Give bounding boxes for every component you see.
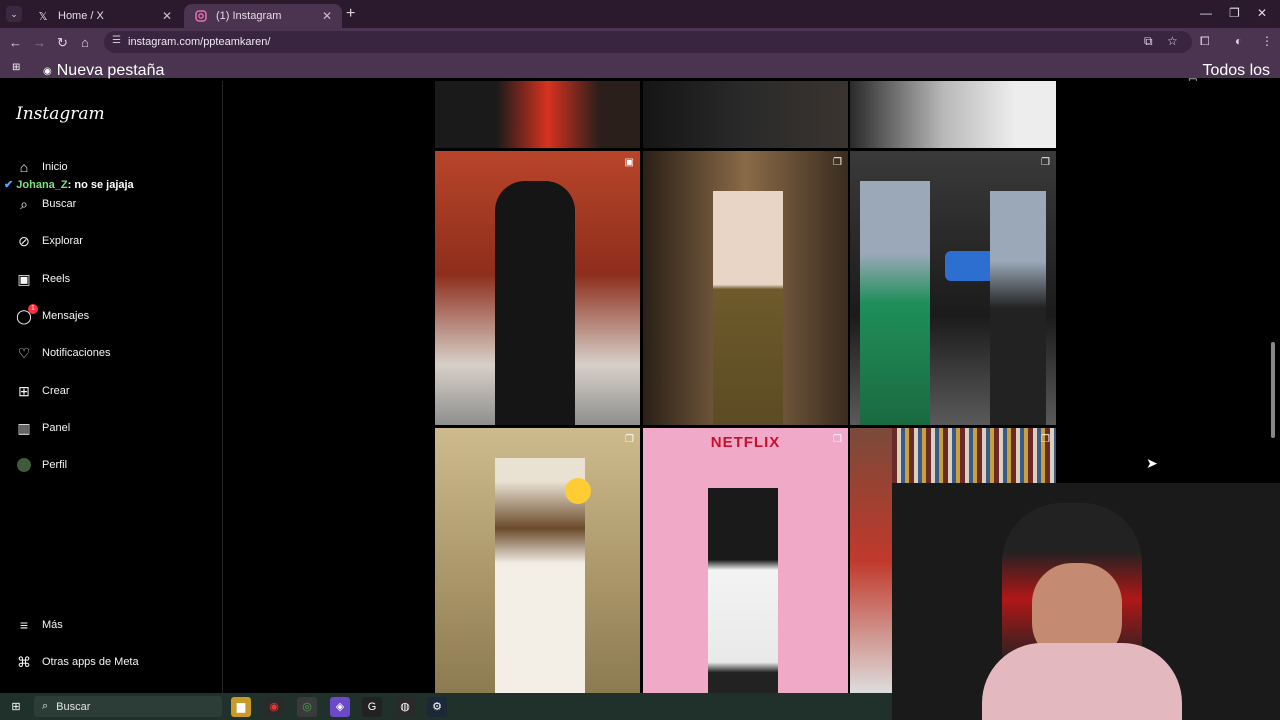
carousel-icon: ❐ [1041, 434, 1050, 445]
taskbar-search[interactable]: ⌕ Buscar [34, 696, 222, 717]
new-tab-button[interactable]: + [346, 5, 355, 23]
steam-icon[interactable]: ⚙ [427, 697, 447, 717]
grid-post[interactable]: ❐ [892, 428, 1056, 483]
bookmark-star-icon[interactable]: ☆ [1167, 34, 1178, 48]
grid-post[interactable] [850, 81, 1056, 148]
minimize-button[interactable]: — [1200, 6, 1212, 20]
messenger-icon: ◯ 1 [16, 304, 38, 324]
bookmarks-bar [0, 56, 1280, 78]
post-image [860, 181, 930, 425]
carousel-icon: ❐ [833, 434, 842, 445]
post-image [713, 191, 783, 425]
carousel-icon: ❐ [833, 157, 842, 168]
reload-icon[interactable]: ↻ [57, 35, 68, 51]
close-icon[interactable]: ✕ [322, 9, 332, 23]
avatar-icon [16, 457, 32, 473]
grid-post[interactable] [435, 81, 640, 148]
url-text: instagram.com/ppteamkaren/ [128, 36, 271, 48]
apps-grid-icon[interactable]: ⊞ [12, 62, 25, 73]
instagram-icon [194, 9, 208, 23]
post-image [495, 181, 575, 425]
instagram-logo[interactable]: Instagram [16, 104, 105, 124]
heart-icon: ♡ [17, 344, 31, 361]
close-icon[interactable]: ✕ [162, 9, 172, 23]
chat-message: : no se jajaja [67, 179, 134, 191]
restore-button[interactable]: ❐ [1229, 6, 1240, 20]
grid-post[interactable]: ❐ [643, 151, 848, 425]
netflix-logo: NETFLIX [710, 434, 781, 451]
nav-crear[interactable]: ⊞ Crear [16, 382, 69, 399]
app-icon[interactable]: G [362, 697, 382, 717]
extensions-icon[interactable]: ⧠ [1200, 34, 1210, 49]
search-icon: ⌕ [42, 700, 49, 712]
home-icon: ⌂ [19, 159, 29, 175]
nav-notificaciones[interactable]: ♡ Notificaciones [16, 344, 111, 361]
globe-icon: ◉ [43, 65, 52, 77]
grid-post[interactable]: ❐ [435, 428, 640, 693]
chrome-icon[interactable]: ◎ [297, 697, 317, 717]
nav-otras-apps[interactable]: ⌘ Otras apps de Meta [16, 654, 139, 670]
search-icon: ⌕ [20, 195, 28, 212]
streamer-hoodie [982, 643, 1182, 720]
address-bar[interactable]: ☰ instagram.com/ppteamkaren/ [104, 31, 1192, 53]
chat-user: Johana_Z [16, 179, 68, 191]
app-icon[interactable]: ◉ [264, 697, 284, 717]
page-scrollbar[interactable] [1271, 342, 1275, 438]
forward-icon[interactable]: → [33, 35, 46, 50]
nav-buscar[interactable]: ⌕ Buscar [16, 196, 76, 212]
compass-icon: ⊘ [18, 232, 30, 249]
meta-apps-icon: ⌘ [17, 653, 31, 670]
grid-post[interactable] [643, 81, 848, 148]
mouse-cursor-icon: ➤ [1146, 455, 1158, 471]
carousel-icon: ❐ [625, 434, 634, 445]
back-icon[interactable]: ← [9, 35, 22, 50]
home-browser-icon[interactable]: ⌂ [81, 35, 89, 50]
nav-reels[interactable]: ▣ Reels [16, 271, 70, 287]
grid-post[interactable]: NETFLIX ❐ [643, 428, 848, 693]
grid-post[interactable]: ▣ [435, 151, 640, 425]
app-icon[interactable]: ◈ [330, 697, 350, 717]
menu-icon: ≡ [19, 617, 29, 633]
file-explorer-icon[interactable]: ▆ [231, 697, 251, 717]
nav-perfil[interactable]: Perfil [16, 457, 67, 473]
plus-square-icon: ⊞ [18, 382, 30, 399]
emoji-sticker [565, 478, 591, 504]
post-image [990, 191, 1046, 425]
check-icon: ✔ [4, 179, 14, 191]
chat-overlay-message: ✔ Johana_Z: no se jajaja [4, 178, 134, 191]
site-info-icon[interactable]: ☰ [112, 35, 121, 46]
bookmark-new-tab[interactable]: ◉ Nueva pestaña [43, 62, 164, 80]
webcam-overlay [892, 483, 1280, 720]
close-window-button[interactable]: ✕ [1257, 6, 1267, 20]
grid-post[interactable] [850, 428, 892, 693]
tab-label: (1) Instagram [216, 10, 282, 22]
browser-menu-icon[interactable]: ⋮ [1261, 34, 1273, 48]
app-icon[interactable]: ◍ [395, 697, 415, 717]
nav-inicio[interactable]: ⌂ Inicio [16, 159, 68, 175]
chart-icon: ▥ [17, 419, 31, 436]
nav-mensajes[interactable]: ◯ 1 Mensajes [16, 304, 89, 324]
windows-start-icon[interactable]: ⊞ [6, 697, 26, 717]
tab-home-x[interactable]: 𝕏 Home / X ✕ [26, 4, 182, 28]
tab-label: Home / X [58, 10, 104, 22]
reels-icon: ▣ [624, 157, 634, 168]
install-app-icon[interactable]: ⧉ [1144, 34, 1153, 49]
nav-mas[interactable]: ≡ Más [16, 617, 63, 633]
unread-badge: 1 [28, 304, 38, 314]
nav-explorar[interactable]: ⊘ Explorar [16, 233, 83, 249]
grid-post[interactable]: ❐ [850, 151, 1056, 425]
reels-icon: ▣ [17, 270, 31, 287]
post-image [708, 488, 778, 693]
carousel-icon: ❐ [1041, 157, 1050, 168]
tab-instagram[interactable]: (1) Instagram ✕ [184, 4, 342, 28]
profile-icon[interactable]: ◐ [1235, 34, 1242, 48]
tab-search-button[interactable]: ⌄ [6, 6, 22, 22]
nav-panel[interactable]: ▥ Panel [16, 420, 70, 436]
x-logo-icon: 𝕏 [38, 10, 48, 23]
